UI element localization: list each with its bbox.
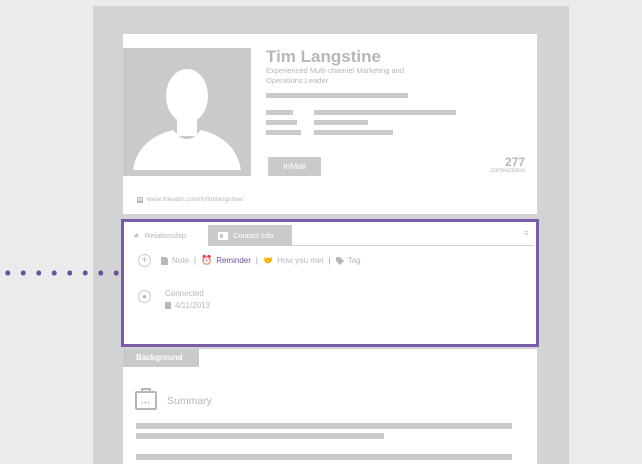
tab-divider [292, 245, 534, 246]
summary-section-header: ••• Summary [135, 388, 212, 410]
separator: | [255, 256, 258, 265]
connected-date: 4/11/2013 [165, 301, 210, 310]
placeholder-bar [314, 110, 456, 115]
connections-label: connections [490, 167, 525, 174]
connected-entry: ● Connected 4/11/2013 [138, 286, 210, 310]
tab-relationship-label: Relationship [144, 231, 187, 240]
tab-relationship[interactable]: ★ Relationship [127, 225, 205, 246]
tag-label: Tag [347, 256, 361, 265]
profile-photo[interactable] [123, 48, 251, 176]
alarm-clock-icon: ⏰ [200, 255, 213, 265]
collapse-icon[interactable]: ⌅ [522, 227, 530, 238]
placeholder-bar [136, 433, 384, 439]
note-action[interactable]: Note [161, 256, 189, 265]
note-icon [161, 256, 168, 265]
profile-headline: Experienced Multi-channel Marketing and … [266, 66, 404, 85]
placeholder-bar [136, 423, 512, 429]
tab-contact-info-label: Contact Info [233, 231, 274, 240]
tag-action[interactable]: Tag [335, 256, 361, 265]
person-silhouette-icon [133, 69, 241, 170]
reminder-label: Reminder [216, 256, 251, 265]
placeholder-bar [136, 454, 512, 460]
placeholder-bar [266, 93, 408, 98]
calendar-icon [165, 302, 171, 309]
how-you-met-label: How you met [276, 256, 324, 265]
connected-person-icon: ● [138, 290, 151, 303]
handshake-icon: 🤝 [262, 256, 273, 265]
public-url-text: www.linkedin.com/in/timlangstine/ [147, 196, 244, 203]
separator: | [328, 256, 331, 265]
inmail-button[interactable]: InMail [268, 157, 321, 176]
linkedin-icon: in [137, 196, 143, 203]
connected-label: Connected [165, 289, 204, 298]
profile-name: Tim Langstine [266, 47, 381, 66]
summary-label: Summary [167, 394, 212, 407]
reminder-action[interactable]: ⏰ Reminder [201, 255, 251, 266]
placeholder-bar [314, 130, 393, 135]
placeholder-bar [314, 120, 368, 125]
placeholder-bar [266, 130, 301, 135]
placeholder-bar [266, 110, 293, 115]
public-profile-url[interactable]: in www.linkedin.com/in/timlangstine/ [137, 196, 244, 203]
briefcase-icon: ••• [135, 388, 157, 410]
note-label: Note [172, 256, 189, 265]
star-icon: ★ [133, 231, 140, 240]
card-icon [218, 231, 228, 240]
tab-contact-info[interactable]: Contact Info [208, 225, 292, 246]
placeholder-bar [266, 120, 297, 125]
relationship-actions: + Note | ⏰ Reminder | 🤝 How you met | Ta… [138, 254, 361, 267]
background-tab[interactable]: Background [123, 349, 199, 367]
separator: | [193, 256, 196, 265]
add-circle-icon[interactable]: + [138, 254, 151, 267]
connected-date-text: 4/11/2013 [175, 301, 210, 310]
relationship-panel: ★ Relationship Contact Info ⌅ + Note | ⏰… [121, 219, 539, 347]
how-you-met-action[interactable]: 🤝 How you met [263, 256, 324, 265]
tag-icon [335, 256, 344, 265]
